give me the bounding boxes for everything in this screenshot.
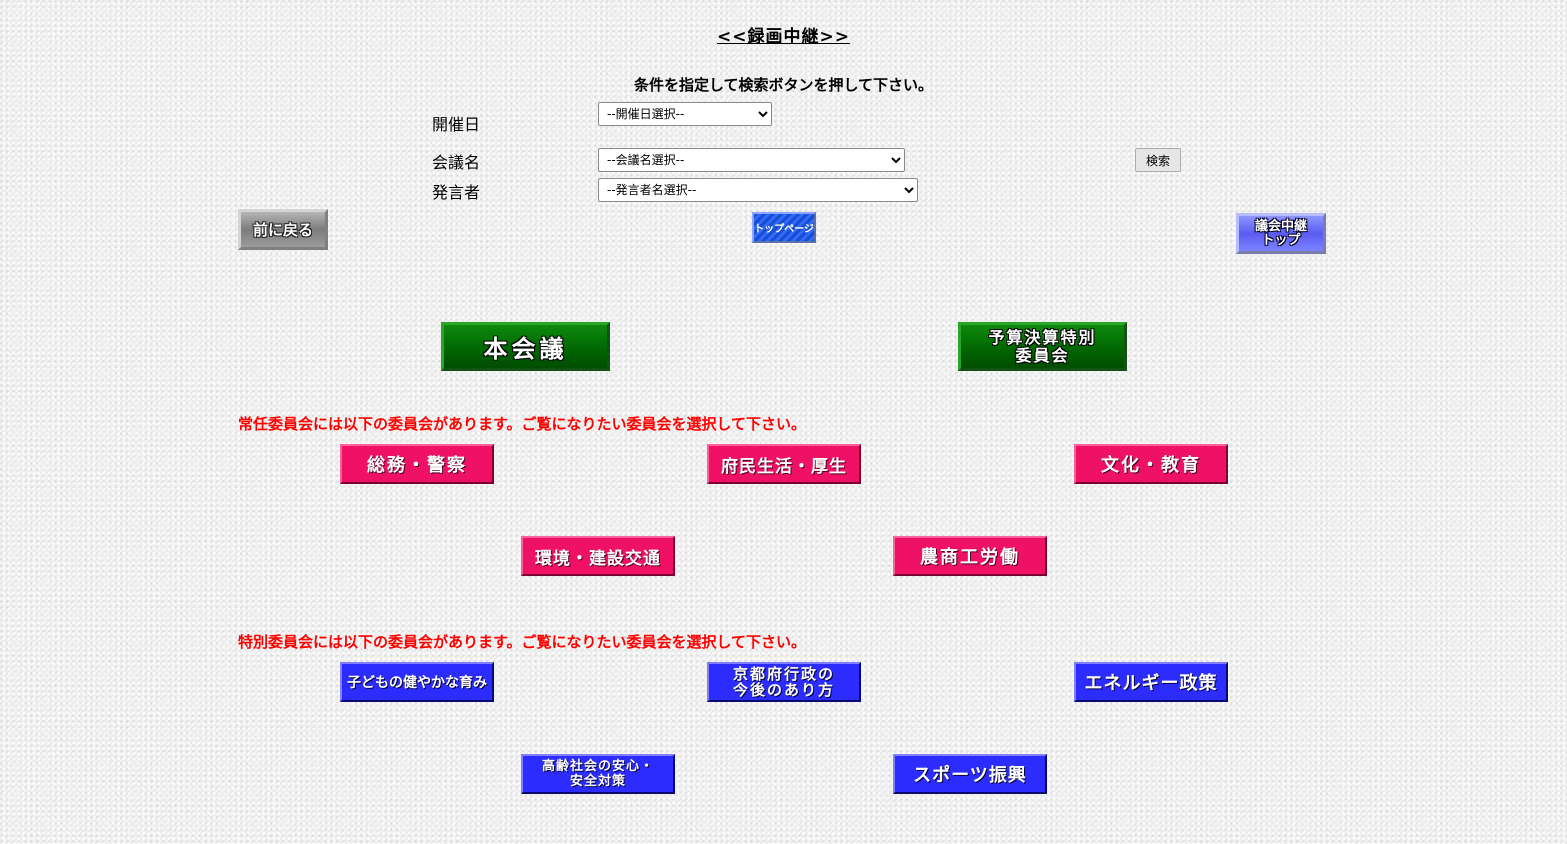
gikai-top-button[interactable]: 議会中継 トップ <box>1236 213 1326 254</box>
page-title: <<録画中継>> <box>717 27 850 47</box>
committee-label: 農商工労働 <box>920 547 1020 568</box>
committee-label-line2: 今後のあり方 <box>732 681 835 699</box>
committee-kankyou-kensetsu-koutsuu[interactable]: 環境・建設交通 <box>521 536 675 576</box>
committee-energy-seisaku[interactable]: エネルギー政策 <box>1074 662 1228 702</box>
meeting-select[interactable]: --会議名選択-- <box>598 148 905 172</box>
committee-label: 子どもの健やかな育み <box>347 675 487 691</box>
committee-label: 環境・建設交通 <box>535 548 661 569</box>
meeting-label: 会議名 <box>432 153 481 172</box>
budget-line1: 予算決算特別 <box>988 327 1097 347</box>
search-instruction: 条件を指定して検索ボタンを押して下さい。 <box>633 76 934 94</box>
committee-noushoukou-roudou[interactable]: 農商工労働 <box>893 536 1047 576</box>
committee-label-line1: 京都府行政の <box>732 665 835 683</box>
speaker-label: 発言者 <box>432 183 481 202</box>
committee-kyoto-gyousei[interactable]: 京都府行政の 今後のあり方 <box>707 662 861 702</box>
committee-sports-shinkou[interactable]: スポーツ振興 <box>893 754 1047 794</box>
budget-committee-button[interactable]: 予算決算特別 委員会 <box>958 322 1127 371</box>
plenary-button[interactable]: 本会議 <box>441 322 610 371</box>
gikai-top-line2: トップ <box>1261 232 1301 248</box>
date-label: 開催日 <box>432 115 481 134</box>
committee-label: 総務・警察 <box>367 455 467 476</box>
gikai-top-line1: 議会中継 <box>1254 218 1307 234</box>
special-committee-note: 特別委員会には以下の委員会があります。ご覧になりたい委員会を選択して下さい。 <box>238 633 807 651</box>
committee-koureishakai[interactable]: 高齢社会の安心・ 安全対策 <box>521 754 675 794</box>
back-button[interactable]: 前に戻る <box>238 209 328 250</box>
top-page-button[interactable]: トップページ <box>752 212 816 243</box>
committee-label: エネルギー政策 <box>1084 673 1218 694</box>
committee-label: 文化・教育 <box>1101 455 1201 476</box>
budget-line2: 委員会 <box>1015 345 1070 365</box>
standing-committee-note: 常任委員会には以下の委員会があります。ご覧になりたい委員会を選択して下さい。 <box>238 415 807 433</box>
committee-label-line2: 安全対策 <box>569 774 626 789</box>
committee-bunka-kyouiku[interactable]: 文化・教育 <box>1074 444 1228 484</box>
date-select[interactable]: --開催日選択-- <box>598 102 772 126</box>
speaker-select[interactable]: --発言者名選択-- <box>598 178 918 202</box>
committee-kodomo[interactable]: 子どもの健やかな育み <box>340 662 494 702</box>
committee-label: スポーツ振興 <box>913 765 1027 786</box>
committee-soumu-keisatsu[interactable]: 総務・警察 <box>340 444 494 484</box>
committee-label-line1: 高齢社会の安心・ <box>541 759 654 774</box>
committee-fumin-seikatsu-kousei[interactable]: 府民生活・厚生 <box>707 444 861 484</box>
committee-label: 府民生活・厚生 <box>721 456 847 477</box>
plenary-label: 本会議 <box>483 335 568 363</box>
search-button[interactable]: 検索 <box>1135 148 1181 172</box>
